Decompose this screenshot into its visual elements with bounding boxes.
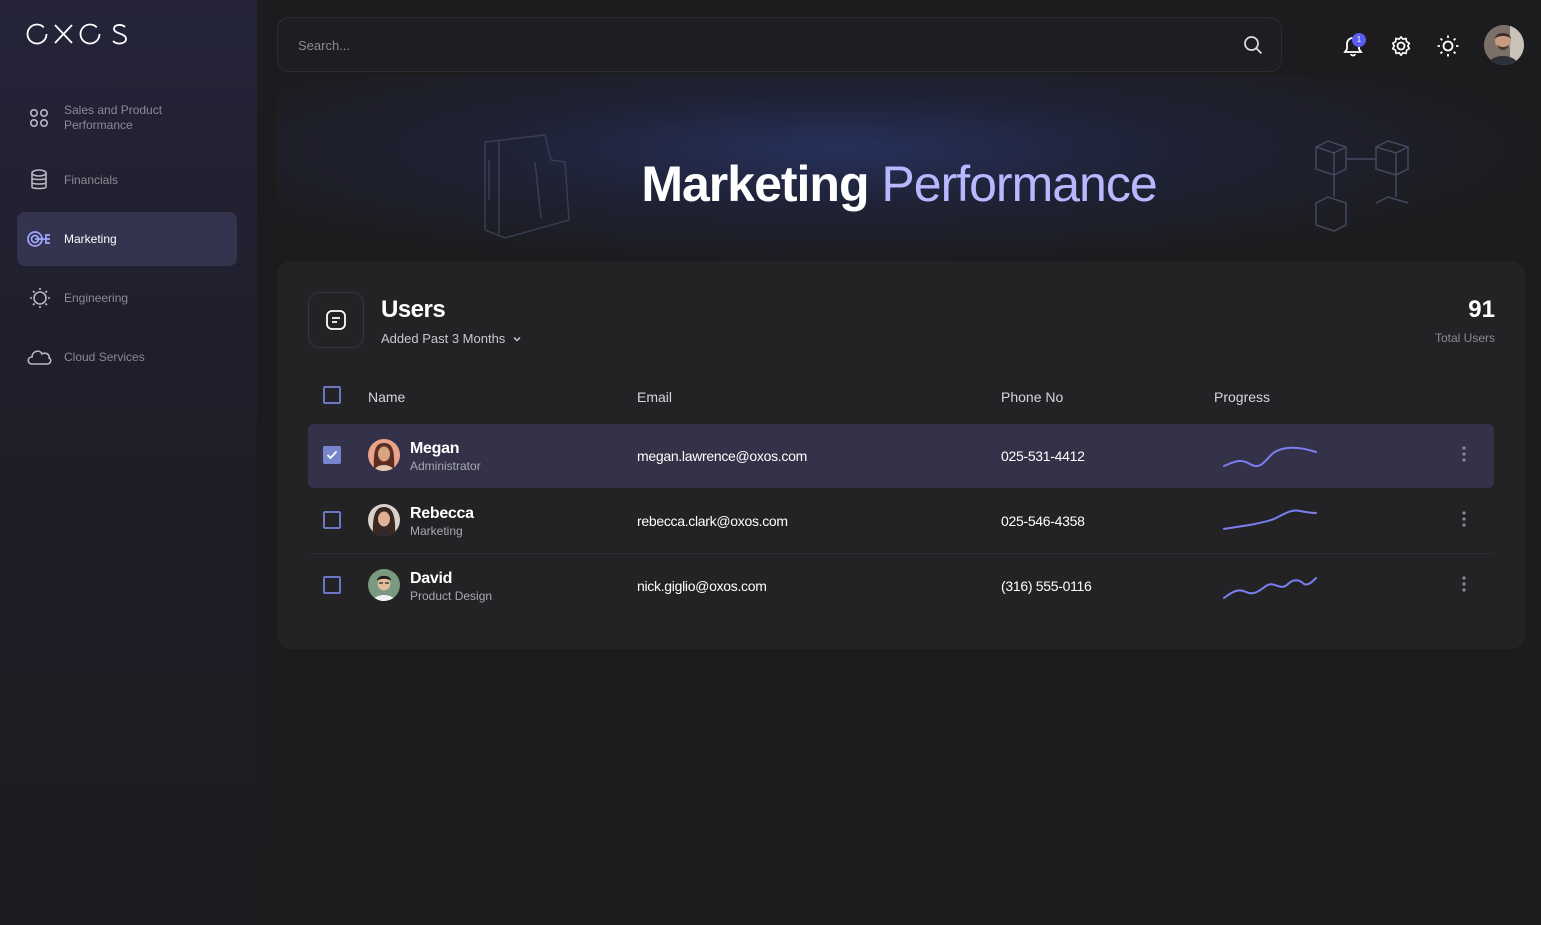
user-name: Rebecca <box>410 505 474 522</box>
user-role: Administrator <box>410 459 481 473</box>
row-checkbox[interactable] <box>323 576 341 594</box>
target-icon <box>17 230 61 248</box>
users-card-title: Users <box>381 296 446 323</box>
list-doc-icon <box>326 310 346 330</box>
avatar <box>368 504 400 536</box>
table-row[interactable]: David Product Design nick.giglio@oxos.co… <box>308 554 1494 618</box>
user-email: megan.lawrence@oxos.com <box>637 448 807 464</box>
page-title-light: Performance <box>881 156 1157 212</box>
date-filter-dropdown[interactable]: Added Past 3 Months <box>381 331 523 346</box>
chevron-down-icon <box>513 336 521 342</box>
progress-sparkline <box>1223 577 1317 599</box>
row-more-menu-icon[interactable] <box>1458 446 1470 466</box>
user-avatar[interactable] <box>1484 25 1524 65</box>
search-bar <box>277 17 1282 73</box>
sidebar-item-marketing[interactable]: Marketing <box>17 212 237 266</box>
row-checkbox[interactable] <box>323 511 341 529</box>
select-all-checkbox[interactable] <box>323 386 341 404</box>
users-card-icon <box>308 292 364 348</box>
row-checkbox[interactable] <box>323 446 341 464</box>
column-header-progress[interactable]: Progress <box>1214 389 1270 405</box>
sidebar-item-label: Cloud Services <box>64 349 145 364</box>
total-users-label: Total Users <box>1434 331 1495 345</box>
database-icon <box>17 169 61 191</box>
sidebar: Sales and Product Performance Financials… <box>0 0 257 925</box>
settings-gear-icon[interactable] <box>1389 34 1413 58</box>
sidebar-item-financials[interactable]: Financials <box>17 153 237 207</box>
sidebar-item-engineering[interactable]: Engineering <box>17 271 237 325</box>
notification-badge: 1 <box>1352 33 1366 47</box>
row-more-menu-icon[interactable] <box>1458 576 1470 596</box>
sidebar-item-label: Engineering <box>64 290 129 305</box>
user-phone: 025-546-4358 <box>1001 513 1085 529</box>
sidebar-item-label: Marketing <box>64 231 117 246</box>
sidebar-item-label: Financials <box>64 172 119 187</box>
date-filter-label: Added Past 3 Months <box>381 331 506 346</box>
table-row[interactable]: Rebecca Marketing rebecca.clark@oxos.com… <box>308 489 1494 554</box>
user-phone: 025-531-4412 <box>1001 448 1085 464</box>
page-title: Marketing Performance <box>277 155 1523 213</box>
column-header-phone[interactable]: Phone No <box>1001 389 1063 405</box>
sidebar-item-sales[interactable]: Sales and Product Performance <box>17 91 237 145</box>
user-name: Megan <box>410 440 460 457</box>
row-more-menu-icon[interactable] <box>1458 511 1470 531</box>
user-email: rebecca.clark@oxos.com <box>637 513 788 529</box>
table-row[interactable]: Megan Administrator megan.lawrence@oxos.… <box>308 424 1494 488</box>
cloud-icon <box>17 348 61 366</box>
user-role: Product Design <box>410 589 493 603</box>
gear-bulb-icon <box>17 286 61 310</box>
oxos-logo[interactable] <box>26 20 131 48</box>
total-users-value: 91 <box>1468 296 1495 323</box>
search-icon[interactable] <box>1243 35 1263 60</box>
search-input[interactable] <box>296 18 1200 73</box>
hero-banner: Marketing Performance <box>277 75 1525 261</box>
progress-sparkline <box>1223 509 1317 530</box>
sidebar-item-label: Sales and Product Performance <box>64 103 163 132</box>
sidebar-item-cloud[interactable]: Cloud Services <box>17 330 237 384</box>
user-role: Marketing <box>410 524 463 538</box>
user-phone: (316) 555-0116 <box>1001 578 1092 594</box>
sun-theme-icon[interactable] <box>1436 34 1460 58</box>
column-header-name[interactable]: Name <box>368 389 405 405</box>
avatar <box>368 439 400 471</box>
progress-sparkline <box>1223 446 1317 468</box>
avatar <box>368 569 400 601</box>
column-header-email[interactable]: Email <box>637 389 672 405</box>
page-title-bold: Marketing <box>641 156 869 212</box>
users-card: Users Added Past 3 Months 91 Total Users… <box>277 261 1525 649</box>
user-name: David <box>410 570 453 587</box>
user-email: nick.giglio@oxos.com <box>637 578 767 594</box>
grid-dots-icon <box>17 108 61 128</box>
